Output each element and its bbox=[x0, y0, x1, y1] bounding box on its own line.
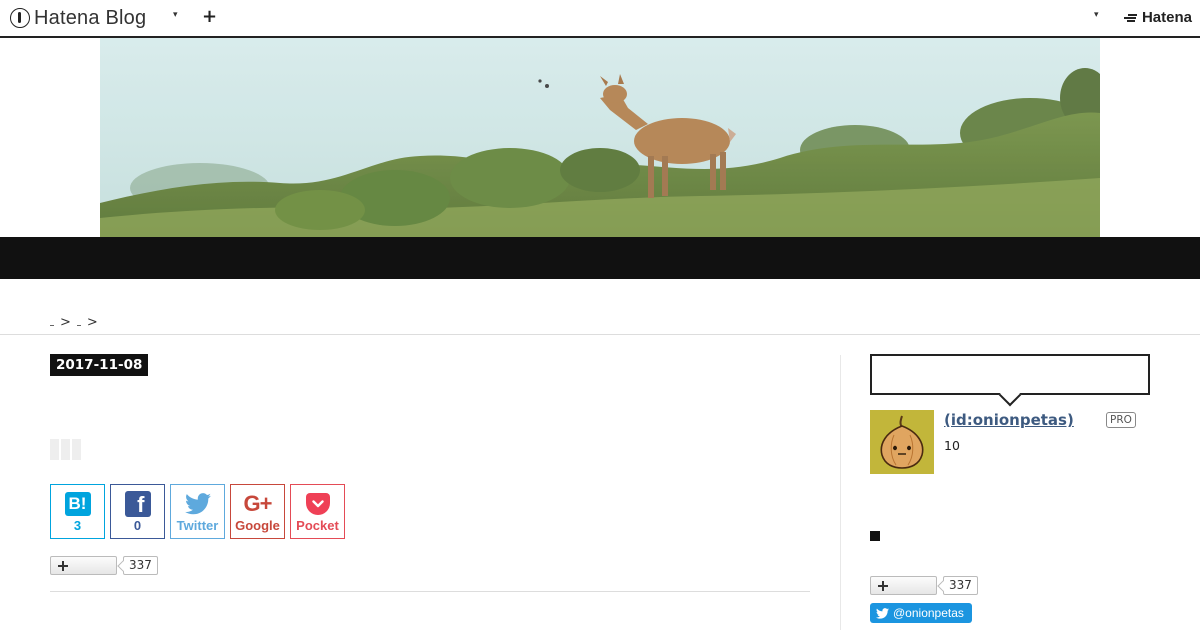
header-band bbox=[0, 237, 1200, 279]
google-plus-share-button[interactable]: G+ Google bbox=[230, 484, 285, 539]
breadcrumb-link-home[interactable] bbox=[50, 324, 54, 326]
chevron-down-icon[interactable]: ▾ bbox=[173, 10, 178, 20]
add-button[interactable]: + bbox=[202, 6, 217, 27]
hatena-account-link[interactable]: Hatena bbox=[1123, 9, 1192, 26]
twitter-bird-icon bbox=[876, 607, 889, 619]
bullet-square-icon bbox=[870, 531, 880, 541]
profile-speech-bubble bbox=[870, 354, 1150, 395]
facebook-count: 0 bbox=[133, 518, 142, 533]
twitter-follow-label: @onionpetas bbox=[893, 606, 964, 620]
breadcrumb: > > bbox=[50, 312, 98, 330]
profile-count: 10 bbox=[944, 438, 960, 453]
subscribe-button[interactable] bbox=[50, 556, 117, 575]
twitter-share-button[interactable]: Twitter bbox=[170, 484, 225, 539]
sidebar-divider bbox=[840, 355, 841, 630]
entry-date[interactable]: 2017-11-08 bbox=[50, 354, 149, 376]
chevron-down-icon[interactable]: ▾ bbox=[1094, 10, 1099, 20]
facebook-share-button[interactable]: f 0 bbox=[110, 484, 165, 539]
divider bbox=[50, 591, 810, 592]
pocket-icon bbox=[305, 493, 330, 515]
hatena-bookmark-share-button[interactable]: B! 3 bbox=[50, 484, 105, 539]
sidebar-subscribe-widget: 337 bbox=[870, 576, 978, 595]
pocket-share-button[interactable]: Pocket bbox=[290, 484, 345, 539]
avatar[interactable] bbox=[870, 410, 934, 474]
twitter-share-label: Twitter bbox=[176, 518, 219, 533]
breadcrumb-separator: > bbox=[86, 315, 98, 330]
title-glyph-placeholder bbox=[61, 439, 70, 460]
onion-avatar-icon bbox=[870, 410, 934, 474]
title-glyph-placeholder bbox=[72, 439, 81, 460]
hatena-blog-logo[interactable]: Hatena Blog bbox=[10, 6, 146, 30]
profile-name-link[interactable]: (id:onionpetas) bbox=[944, 411, 1074, 429]
subscribe-button[interactable] bbox=[870, 576, 937, 595]
pocket-share-label: Pocket bbox=[296, 518, 339, 533]
hatena-bookmark-icon: B! bbox=[64, 492, 91, 516]
twitter-follow-button[interactable]: @onionpetas bbox=[870, 603, 972, 623]
hatena-blog-logo-icon bbox=[10, 8, 30, 28]
google-plus-icon: G+ bbox=[243, 491, 273, 516]
pro-badge: PRO bbox=[1106, 412, 1136, 428]
hatena-logo-icon bbox=[1123, 13, 1138, 23]
subscriber-count[interactable]: 337 bbox=[943, 576, 978, 595]
google-share-label: Google bbox=[235, 518, 280, 533]
entry-title[interactable] bbox=[50, 439, 81, 460]
header-banner-image[interactable] bbox=[100, 38, 1100, 237]
divider bbox=[0, 334, 1200, 335]
deer-in-fog-image bbox=[100, 38, 1100, 237]
hatena-label: Hatena bbox=[1141, 9, 1192, 26]
share-buttons: B! 3 f 0 Twitter G+ Google Pocket bbox=[50, 484, 345, 539]
logo-text: Hatena Blog bbox=[34, 6, 147, 29]
breadcrumb-separator: > bbox=[60, 315, 71, 330]
breadcrumb-link-archive[interactable] bbox=[76, 324, 81, 326]
global-header: Hatena Blog ▾ + ▾ Hatena bbox=[0, 0, 1200, 38]
title-glyph-placeholder bbox=[50, 439, 59, 460]
subscribe-widget: 337 bbox=[50, 556, 158, 575]
twitter-bird-icon bbox=[184, 493, 211, 515]
facebook-icon: f bbox=[124, 491, 151, 517]
hatena-bookmark-count: 3 bbox=[73, 518, 82, 533]
subscriber-count[interactable]: 337 bbox=[123, 556, 158, 575]
